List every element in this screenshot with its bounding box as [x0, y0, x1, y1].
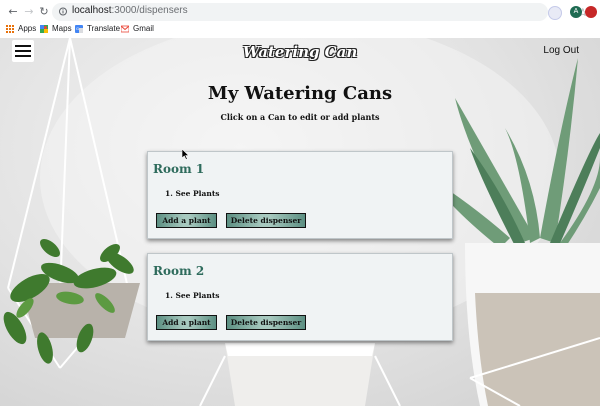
delete-dispenser-button[interactable]: Delete dispenser: [226, 315, 306, 330]
see-plants-link[interactable]: 1. See Plants: [165, 189, 220, 198]
info-icon[interactable]: [59, 7, 67, 16]
extension-icon[interactable]: [548, 6, 562, 20]
dispenser-name[interactable]: Room 2: [153, 264, 204, 278]
profile-avatar[interactable]: A: [570, 6, 582, 18]
see-plants-link[interactable]: 1. See Plants: [165, 291, 220, 300]
app-header: Watering Can Log Out: [0, 38, 600, 68]
add-plant-button[interactable]: Add a plant: [156, 213, 217, 228]
back-icon[interactable]: ←: [6, 5, 20, 19]
browser-chrome: ← → ↻ localhost:3000/dispensers ☆ A Apps: [0, 0, 600, 39]
page-title: My Watering Cans: [207, 83, 393, 104]
translate-icon: G: [75, 25, 83, 33]
forward-icon[interactable]: →: [22, 5, 36, 19]
delete-dispenser-button[interactable]: Delete dispenser: [226, 213, 306, 228]
bookmark-label: Translate: [87, 24, 121, 33]
bookmark-label: Gmail: [133, 24, 154, 33]
page-subtitle: Click on a Can to edit or add plants: [220, 112, 380, 122]
logout-link[interactable]: Log Out: [543, 45, 579, 56]
bookmark-translate[interactable]: G Translate: [75, 24, 120, 34]
svg-text:G: G: [76, 26, 79, 31]
brand-logo[interactable]: Watering Can: [0, 43, 600, 61]
bookmark-label: Apps: [18, 24, 37, 33]
extension-red-icon[interactable]: [585, 6, 597, 18]
maps-icon: [40, 25, 48, 33]
dispenser-card-room-1[interactable]: Room 1 1. See Plants Add a plant Delete …: [147, 151, 453, 239]
reload-icon[interactable]: ↻: [37, 5, 51, 19]
apps-grid-icon: [6, 25, 14, 33]
bookmark-apps[interactable]: Apps: [6, 24, 36, 34]
url-text: localhost:3000/dispensers: [72, 5, 188, 16]
bookmarks-bar: Apps Maps G Translate Gmail: [0, 22, 600, 37]
bookmark-label: Maps: [52, 24, 72, 33]
url-host: localhost: [72, 5, 112, 16]
address-bar[interactable]: localhost:3000/dispensers ☆: [52, 3, 588, 21]
dispenser-card-room-2[interactable]: Room 2 1. See Plants Add a plant Delete …: [147, 253, 453, 341]
bookmark-maps[interactable]: Maps: [40, 24, 72, 34]
dispenser-name[interactable]: Room 1: [153, 162, 204, 176]
bookmark-gmail[interactable]: Gmail: [120, 24, 154, 34]
url-path: :3000/dispensers: [111, 5, 188, 16]
mouse-cursor-icon: [182, 149, 190, 160]
add-plant-button[interactable]: Add a plant: [156, 315, 217, 330]
gmail-icon: [120, 25, 130, 33]
page-viewport: Watering Can Log Out My Watering Cans Cl…: [0, 38, 600, 406]
